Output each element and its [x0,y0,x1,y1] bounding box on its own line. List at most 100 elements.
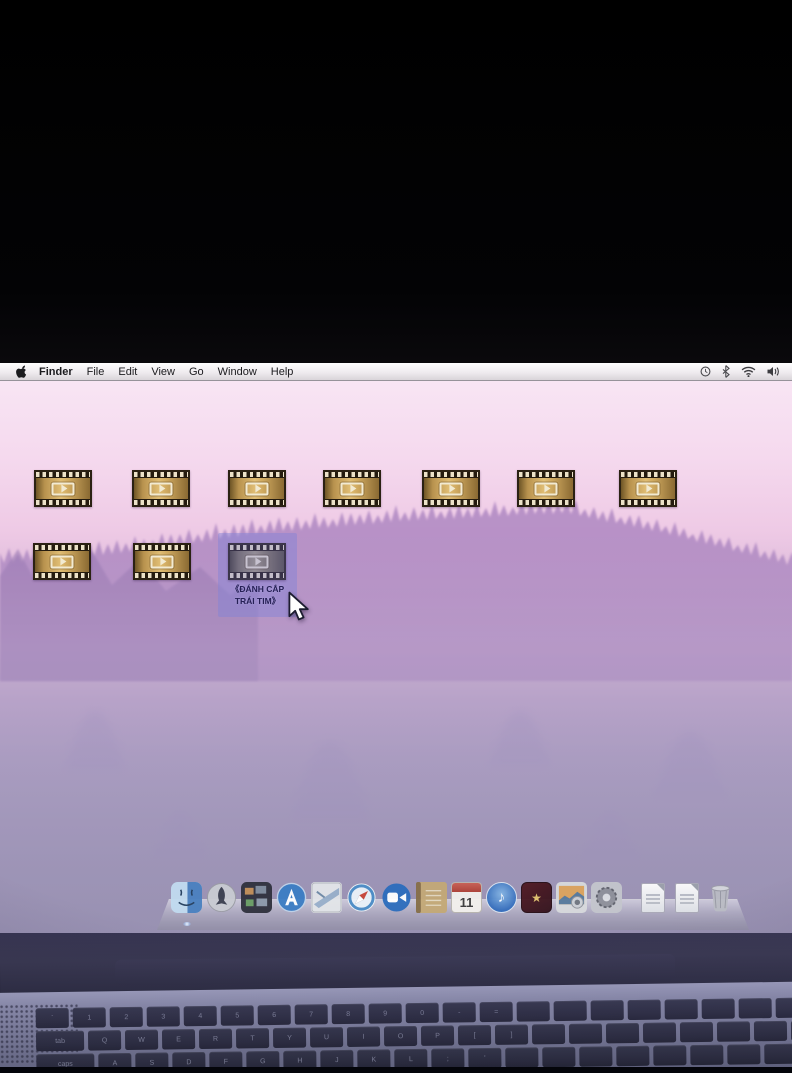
key-w[interactable]: W [125,1030,158,1050]
key-blank[interactable] [680,1022,713,1042]
key-blank[interactable] [616,1046,649,1066]
key-9[interactable]: 9 [369,1003,402,1023]
key-t[interactable]: T [236,1028,269,1048]
movie-file-icon[interactable] [34,470,92,507]
calendar-icon[interactable]: 11 [451,882,482,913]
movie-file-icon[interactable] [517,470,575,507]
key-r[interactable]: R [199,1029,232,1049]
key-blank[interactable] [542,1047,575,1067]
key-blank[interactable] [532,1024,565,1044]
desktop-icons-layer [0,381,792,933]
key-blank[interactable] [739,998,772,1018]
movie-file-icon[interactable] [132,470,190,507]
key-blank[interactable] [517,1001,550,1021]
safari-icon[interactable] [346,882,377,913]
key-blank[interactable] [643,1022,676,1042]
key-p[interactable]: P [421,1025,454,1045]
key-1[interactable]: 1 [73,1007,106,1027]
key-i[interactable]: I [347,1027,380,1047]
mission-control-icon[interactable] [241,882,272,913]
key-0[interactable]: 0 [406,1003,439,1023]
menu-item-go[interactable]: Go [189,366,204,378]
active-app-menu[interactable]: Finder [39,366,73,378]
key-blank[interactable] [606,1023,639,1043]
key-y[interactable]: Y [273,1028,306,1048]
apple-menu[interactable] [15,365,27,379]
key-blank[interactable] [628,1000,661,1020]
key-blank[interactable] [653,1045,686,1065]
app-store-icon[interactable] [276,882,307,913]
key-o[interactable]: O [384,1026,417,1046]
key-sym[interactable]: - [443,1002,476,1022]
key-sym[interactable]: [ [458,1025,491,1045]
key-8[interactable]: 8 [332,1004,365,1024]
menu-item-help[interactable]: Help [271,366,294,378]
movie-file-icon[interactable] [33,543,91,580]
documents-stack-icon[interactable] [638,882,669,913]
movie-file-icon[interactable] [619,470,677,507]
key-blank[interactable] [764,1044,792,1064]
key-sym[interactable]: = [480,1002,513,1022]
key-blank[interactable] [665,999,698,1019]
trash-icon[interactable] [705,882,736,913]
movie-file-icon[interactable] [323,470,381,507]
movie-file-icon[interactable] [228,470,286,507]
downloads-stack-icon[interactable] [672,882,703,913]
itunes-icon[interactable]: ♪ [486,882,517,913]
key-6[interactable]: 6 [258,1005,291,1025]
volume-icon[interactable] [767,366,780,377]
laptop-body: `1234567890-=tabQWERTYUIOP[]capsASDFGHJK… [0,933,792,1073]
facetime-icon[interactable] [381,882,412,913]
key-blank[interactable] [776,998,792,1018]
key-blank[interactable] [702,999,735,1019]
key-blank[interactable] [754,1021,787,1041]
key-q[interactable]: Q [88,1030,121,1050]
key-sym[interactable]: ' [468,1048,501,1068]
menu-item-file[interactable]: File [87,366,105,378]
key-7[interactable]: 7 [295,1004,328,1024]
hinge-recess [115,954,675,986]
key-blank[interactable] [717,1021,750,1041]
photo-bottom-edge [0,1067,792,1073]
key-blank[interactable] [569,1023,602,1043]
wifi-icon[interactable] [741,366,756,377]
key-blank[interactable] [591,1000,624,1020]
iphoto-icon[interactable] [556,882,587,913]
mail-icon[interactable] [311,882,342,913]
key-3[interactable]: 3 [147,1006,180,1026]
key-sym[interactable]: ] [495,1024,528,1044]
movie-file-icon[interactable] [133,543,191,580]
key-5[interactable]: 5 [221,1005,254,1025]
imovie-icon[interactable]: ★ [521,882,552,913]
key-blank[interactable] [505,1047,538,1067]
star-glyph: ★ [531,891,542,905]
clock-icon[interactable] [700,366,711,377]
system-preferences-icon[interactable] [591,882,622,913]
menu-item-window[interactable]: Window [218,366,257,378]
selected-movie-label: 《ĐÁNH CẮP TRÁI TIM》 [218,583,297,607]
desktop-wallpaper-foggy-forest: 《ĐÁNH CẮP TRÁI TIM》 [0,381,792,933]
finder-icon[interactable] [171,882,202,913]
key-blank[interactable] [579,1046,612,1066]
keyboard: `1234567890-=tabQWERTYUIOP[]capsASDFGHJK… [0,982,792,1073]
key-tab[interactable]: tab [36,1031,84,1052]
key-2[interactable]: 2 [110,1007,143,1027]
photo-of-macbook-screen: Finder File Edit View Go Window Help [0,0,792,1073]
contacts-icon[interactable] [416,882,447,913]
launchpad-icon[interactable] [206,882,237,913]
key-e[interactable]: E [162,1029,195,1049]
key-sym[interactable]: ; [431,1048,464,1068]
key-blank[interactable] [554,1001,587,1021]
menu-item-edit[interactable]: Edit [118,366,137,378]
key-4[interactable]: 4 [184,1006,217,1026]
menu-item-view[interactable]: View [151,366,175,378]
dock: 11 ♪ ★ [0,882,792,916]
play-button-glyph [52,482,75,495]
play-button-glyph [151,555,174,568]
key-blank[interactable] [727,1044,760,1064]
key-blank[interactable] [690,1045,723,1065]
movie-file-icon[interactable] [422,470,480,507]
key-u[interactable]: U [310,1027,343,1047]
bluetooth-icon[interactable] [722,365,730,378]
key-sym[interactable]: ` [36,1008,69,1028]
